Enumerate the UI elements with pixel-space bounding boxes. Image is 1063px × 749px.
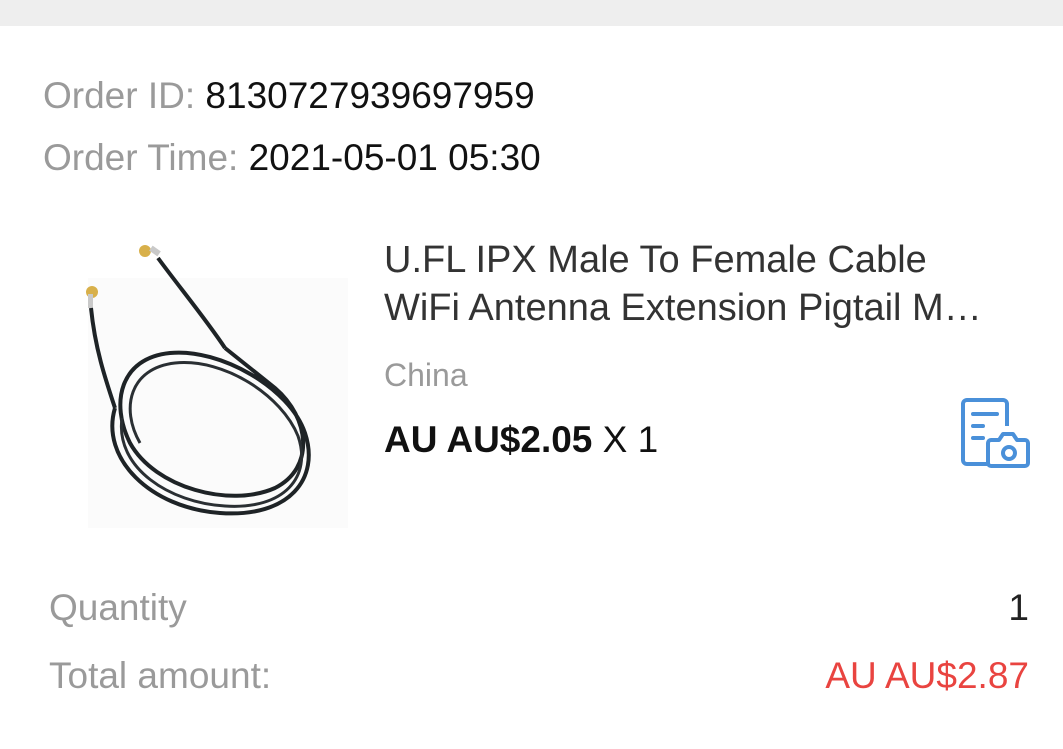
order-id-line: Order ID: 8130727939697959: [43, 74, 535, 118]
product-image[interactable]: [60, 218, 360, 538]
order-id-value: 8130727939697959: [205, 75, 535, 116]
order-card: Order ID: 8130727939697959 Order Time: 2…: [0, 26, 1063, 749]
top-divider-strip: [0, 0, 1063, 26]
product-title-line-1: U.FL IPX Male To Female Cable: [384, 239, 927, 281]
order-time-label: Order Time:: [43, 137, 239, 178]
product-price: AU AU$2.05: [384, 419, 593, 460]
order-time-line: Order Time: 2021-05-01 05:30: [43, 136, 541, 180]
order-id-label: Order ID:: [43, 75, 196, 116]
antenna-cable-image-icon: [86, 245, 348, 528]
product-quantity: X 1: [602, 419, 659, 460]
product-origin: China: [384, 357, 468, 393]
total-amount-value: AU AU$2.87: [825, 655, 1029, 696]
quantity-row: Quantity 1: [49, 584, 1029, 632]
product-title-line-2: WiFi Antenna Extension Pigtail M…: [384, 287, 982, 329]
product-title[interactable]: U.FL IPX Male To Female Cable WiFi Anten…: [384, 236, 1034, 332]
quantity-value: 1: [1008, 587, 1029, 628]
total-amount-label: Total amount:: [49, 655, 272, 696]
order-time-value: 2021-05-01 05:30: [248, 137, 541, 178]
total-amount-row: Total amount: AU AU$2.87: [49, 652, 1029, 700]
document-camera-button[interactable]: [957, 396, 1033, 468]
document-camera-icon: [961, 398, 1030, 468]
quantity-label: Quantity: [49, 587, 187, 628]
product-price-line: AU AU$2.05 X 1: [384, 416, 658, 464]
